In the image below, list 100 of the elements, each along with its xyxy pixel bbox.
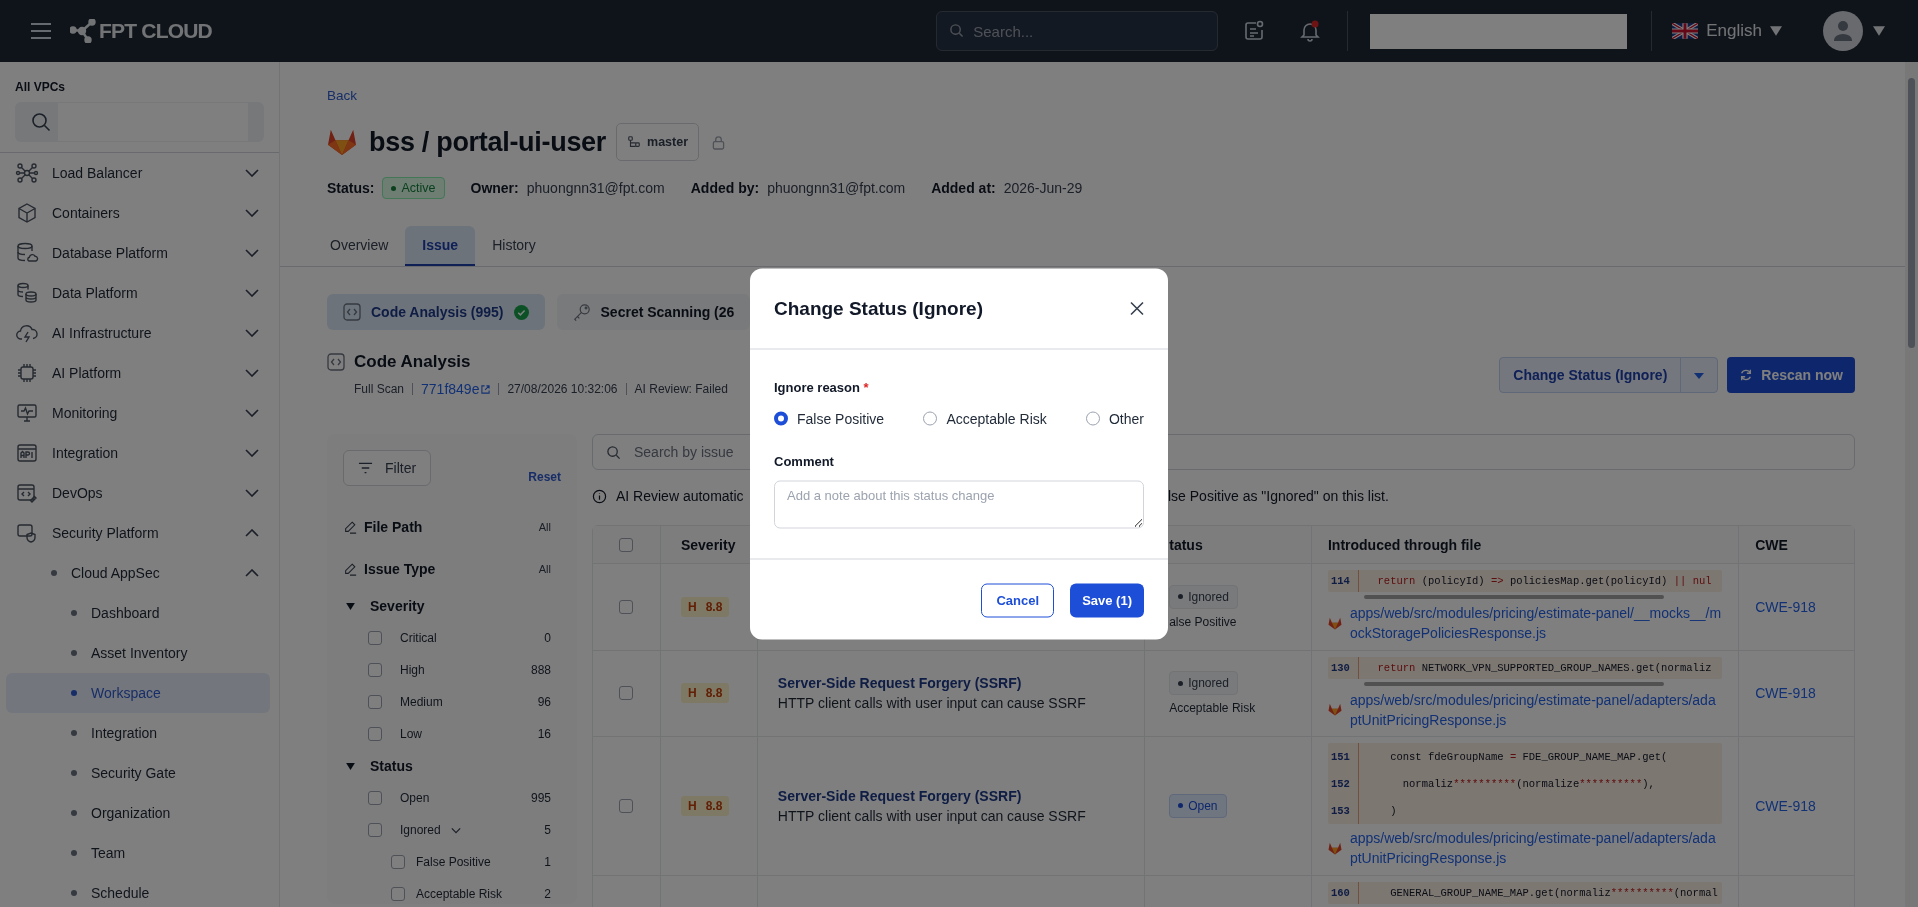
checkbox[interactable] bbox=[368, 695, 382, 709]
sidebar-item[interactable]: Database Platform bbox=[0, 233, 279, 273]
status-badge: Ignored bbox=[1169, 584, 1238, 609]
logo[interactable]: FPT CLOUD bbox=[70, 19, 212, 43]
column-header: Introduced through file bbox=[1327, 536, 1482, 553]
checkbox[interactable] bbox=[391, 887, 405, 901]
sidebar-item[interactable]: Data Platform bbox=[0, 273, 279, 313]
sidebar-item[interactable]: Monitoring bbox=[0, 393, 279, 433]
caret-icon bbox=[1694, 373, 1705, 379]
comment-field[interactable]: Add a note about this status change bbox=[774, 480, 1144, 528]
sidebar-item[interactable]: Cloud AppSec bbox=[0, 553, 279, 593]
sidebar-item[interactable]: Asset Inventory bbox=[6, 633, 270, 673]
close-icon[interactable] bbox=[1130, 301, 1144, 315]
file-path-link[interactable]: apps/web/src/modules/pricing/estimate-panel/__mocks__/mockStoragePoliciesResponse.js bbox=[1349, 603, 1723, 644]
sidebar-item[interactable]: Security Platform bbox=[0, 513, 279, 553]
reset-link[interactable]: Reset bbox=[528, 470, 561, 484]
triangle-icon[interactable] bbox=[346, 762, 355, 770]
notification-icon[interactable] bbox=[1298, 19, 1323, 43]
filter-option-label: False Positive bbox=[416, 855, 491, 869]
caret-icon[interactable] bbox=[1873, 26, 1885, 36]
avatar-icon[interactable] bbox=[1823, 11, 1863, 51]
flag-icon bbox=[1672, 23, 1699, 39]
filter-field-label[interactable]: File Path bbox=[364, 519, 539, 535]
option-count: 2 bbox=[544, 887, 551, 901]
filter-button[interactable]: Filter bbox=[343, 450, 432, 486]
checkbox[interactable] bbox=[368, 727, 382, 741]
rescan-button[interactable]: Rescan now bbox=[1727, 356, 1855, 393]
checkbox[interactable] bbox=[368, 823, 382, 837]
fox-logo-icon bbox=[1327, 703, 1342, 717]
scrollbar[interactable] bbox=[1905, 62, 1918, 907]
option-count: 1 bbox=[544, 855, 551, 869]
meta-label: Added by: bbox=[690, 180, 760, 196]
pencil-icon bbox=[343, 520, 357, 534]
issue-title-link[interactable]: Server-Side Request Forgery (SSRF) bbox=[777, 788, 1125, 804]
option-count: 995 bbox=[530, 791, 551, 805]
filter-field-label[interactable]: Issue Type bbox=[364, 561, 539, 577]
sidebar-item[interactable]: Schedule bbox=[6, 873, 270, 907]
refresh-icon bbox=[1739, 367, 1754, 382]
sidebar-item[interactable]: Team bbox=[6, 833, 270, 873]
radio-option[interactable]: Acceptable Risk bbox=[923, 410, 1047, 426]
sidebar-item[interactable]: Workspace bbox=[6, 673, 270, 713]
column-header[interactable]: Severity bbox=[680, 536, 736, 553]
checkbox[interactable] bbox=[368, 631, 382, 645]
file-path-link[interactable]: apps/web/src/modules/pricing/estimate-panel/adapters/adaptUnitPricingResponse.js bbox=[1349, 828, 1723, 869]
vpc-search-field[interactable] bbox=[15, 102, 264, 142]
cancel-button[interactable]: Cancel bbox=[981, 583, 1055, 617]
tab[interactable]: History bbox=[475, 226, 553, 266]
back-link[interactable]: Back bbox=[327, 88, 357, 104]
sidebar-item[interactable]: AI Infrastructure bbox=[0, 313, 279, 353]
checkbox[interactable] bbox=[619, 599, 634, 614]
checkbox[interactable] bbox=[619, 537, 634, 552]
scan-tab[interactable]: Secret Scanning (26 bbox=[556, 294, 751, 330]
issue-title-link[interactable]: Server-Side Request Forgery (SSRF) bbox=[777, 675, 1125, 692]
checkbox[interactable] bbox=[391, 855, 405, 869]
radio-option[interactable]: False Positive bbox=[774, 410, 885, 426]
sidebar-item[interactable]: Organization bbox=[6, 793, 270, 833]
menu-icon[interactable] bbox=[30, 23, 52, 39]
code-scrollbar[interactable] bbox=[1363, 681, 1664, 686]
sidebar-item[interactable]: Containers bbox=[0, 193, 279, 233]
code-scrollbar[interactable] bbox=[1363, 595, 1664, 599]
file-path-link[interactable]: apps/web/src/modules/pricing/estimate-panel/adapters/adaptUnitPricingResponse.js bbox=[1349, 689, 1723, 731]
meta-value: phuongnn31@fpt.com bbox=[767, 180, 906, 196]
sidebar-item[interactable]: Security Gate bbox=[6, 753, 270, 793]
fox-logo-icon bbox=[1327, 616, 1342, 630]
code-snippet: 130 return NETWORK_VPN_SUPPORTED_GROUP_NAMES.get(normaliz bbox=[1327, 656, 1723, 679]
search-icon bbox=[606, 445, 621, 460]
chevron-icon[interactable] bbox=[450, 826, 461, 834]
sidebar-item[interactable]: Load Balancer bbox=[0, 153, 279, 193]
filter-option-label: Ignored bbox=[400, 823, 441, 837]
checkbox[interactable] bbox=[619, 686, 634, 701]
issue-description: HTTP client calls with user input can cause SSRF bbox=[777, 808, 1087, 824]
language-selector[interactable]: English bbox=[1672, 21, 1782, 41]
lock-icon bbox=[712, 134, 726, 150]
commit-link[interactable]: 771f849e bbox=[421, 381, 491, 397]
sidebar-item[interactable]: Dashboard bbox=[6, 593, 270, 633]
checkbox[interactable] bbox=[368, 791, 382, 805]
cwe-link[interactable]: CWE-918 bbox=[1755, 685, 1834, 702]
tab[interactable]: Overview bbox=[313, 226, 406, 266]
sidebar-item[interactable]: AI Platform bbox=[0, 353, 279, 393]
triangle-icon[interactable] bbox=[346, 602, 355, 610]
filter-value: All bbox=[538, 563, 551, 575]
tab[interactable]: Issue bbox=[405, 226, 476, 266]
checkbox[interactable] bbox=[368, 663, 382, 677]
database-stack-icon bbox=[15, 281, 39, 305]
filter-option-label: Open bbox=[400, 791, 430, 805]
sidebar-item[interactable]: Integration bbox=[0, 433, 279, 473]
scan-tab[interactable]: Code Analysis (995) bbox=[327, 294, 545, 330]
severity-badge: H 8.8 bbox=[680, 796, 730, 816]
save-button[interactable]: Save (1) bbox=[1070, 583, 1144, 617]
radio-option[interactable]: Other bbox=[1086, 410, 1144, 426]
cwe-link[interactable]: CWE-918 bbox=[1755, 598, 1834, 615]
cwe-link[interactable]: CWE-918 bbox=[1755, 798, 1834, 814]
sidebar-item[interactable]: DevOps bbox=[0, 473, 279, 513]
checkbox[interactable] bbox=[619, 799, 634, 813]
scan-date: 27/08/2026 10:32:06 bbox=[507, 382, 618, 396]
search-field[interactable]: Search... bbox=[936, 11, 1219, 51]
sidebar-item[interactable]: Integration bbox=[6, 713, 270, 753]
meta-value: 2026-Jun-29 bbox=[1003, 180, 1083, 196]
option-count: 96 bbox=[537, 695, 551, 709]
meta-label: Owner: bbox=[470, 180, 519, 196]
